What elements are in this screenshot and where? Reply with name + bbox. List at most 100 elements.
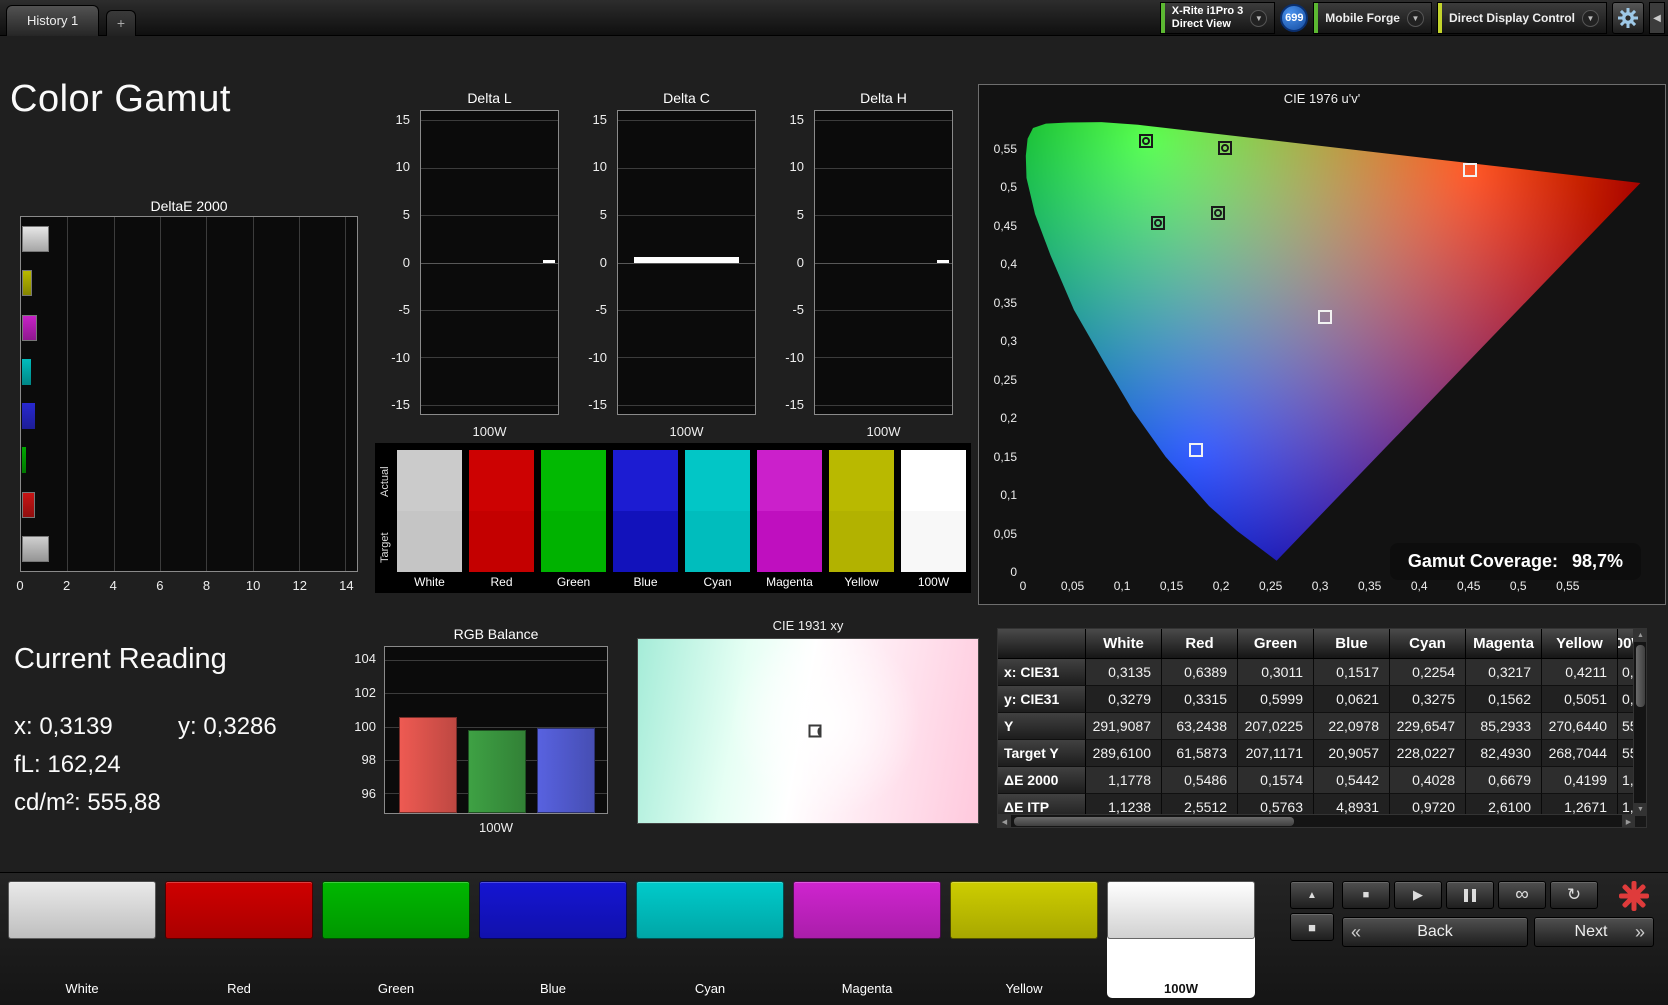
axis-tick-label: 100 (354, 718, 376, 734)
axis-tick-label: 15 (592, 111, 607, 127)
deltae-bar-yellow (22, 270, 32, 297)
transport-stop-button[interactable]: ■ (1342, 881, 1390, 909)
table-cell: 0,4028 (1390, 767, 1466, 794)
marker-ring (1221, 143, 1230, 152)
pattern-label: Magenta (841, 981, 893, 996)
delta-l-chart: Delta L 15 10 5 0 -5 -10 -15 100W (380, 90, 570, 450)
delta-h-chart: Delta H 15 10 5 0 -5 -10 -15 100W (774, 90, 964, 450)
transport-refresh-button[interactable]: ↻ (1550, 881, 1598, 909)
axis-tick-label: 10 (789, 159, 804, 175)
scroll-down-button[interactable]: ▼ (1634, 803, 1646, 816)
gridline (385, 693, 607, 695)
gridline (815, 167, 952, 169)
marker-ring (817, 727, 822, 735)
table-cell: 268,7044 (1542, 740, 1618, 767)
gridline (815, 357, 952, 359)
chevron-down-icon: ▼ (1250, 9, 1268, 27)
axis-tick-label: -5 (595, 302, 607, 318)
gridline (421, 215, 558, 217)
pattern-button-yellow[interactable]: Yellow (950, 881, 1098, 998)
table-cell: 82,4930 (1466, 740, 1542, 767)
back-button[interactable]: « Back (1342, 917, 1528, 947)
swatch-label: Red (490, 575, 513, 589)
gamut-marker-blue (1189, 442, 1204, 457)
pattern-swatch (950, 881, 1098, 939)
axis-tick-label: 0 (796, 254, 804, 270)
compare-swatch-100w: 100W (901, 450, 966, 589)
table-cell: 63,2438 (1162, 713, 1238, 740)
pattern-button-100w[interactable]: 100W (1107, 881, 1255, 998)
rgb-bar-red (399, 716, 457, 813)
target-label: Target (379, 532, 391, 564)
vertical-scrollbar[interactable]: ▲ ▼ (1633, 629, 1646, 816)
scroll-right-button[interactable]: ▶ (1622, 815, 1635, 827)
scrollbar-thumb[interactable] (1636, 645, 1645, 707)
transport-pause-button[interactable] (1446, 881, 1494, 909)
meter-accent-bar (1160, 3, 1165, 33)
horizontal-scrollbar[interactable]: ◀ ▶ (998, 814, 1635, 827)
target-swatch (685, 511, 750, 572)
target-swatch (613, 511, 678, 572)
gridline (815, 215, 952, 217)
axis-tick-label: 102 (354, 685, 376, 701)
pattern-button-red[interactable]: Red (165, 881, 313, 998)
scroll-left-button[interactable]: ◀ (998, 815, 1011, 827)
axis-tick-label: -5 (792, 302, 804, 318)
table-cell: 0,0621 (1314, 686, 1390, 713)
x-axis-label: 100W (479, 820, 513, 835)
table-cell: 20,9057 (1314, 740, 1390, 767)
gridline (299, 217, 301, 571)
back-label: Back (1417, 923, 1453, 940)
pattern-button-green[interactable]: Green (322, 881, 470, 998)
transport-loop-button[interactable]: ∞ (1498, 881, 1546, 909)
table-row-label: ΔE 2000 (998, 767, 1086, 794)
table-cell: 0,6679 (1466, 767, 1542, 794)
collapse-panel-button[interactable]: ◀ (1649, 2, 1665, 34)
add-tab-button[interactable]: + (106, 10, 136, 36)
display-control-label: Direct Display Control (1448, 11, 1575, 25)
actual-swatch (829, 450, 894, 511)
transport-controls: ■ ▶ ∞ ↻ (1342, 881, 1598, 909)
deltae-bar-blue (22, 403, 35, 429)
compare-swatch-magenta: Magenta (757, 450, 822, 589)
display-control-dropdown[interactable]: Direct Display Control ▼ (1436, 2, 1607, 34)
plot-area (384, 646, 608, 814)
pattern-button-magenta[interactable]: Magenta (793, 881, 941, 998)
gridline (618, 309, 755, 311)
coverage-label: Gamut Coverage: (1407, 551, 1558, 571)
eject-button[interactable]: ▲ (1290, 881, 1334, 909)
table-header-cyan: Cyan (1390, 629, 1466, 659)
transport-play-button[interactable]: ▶ (1394, 881, 1442, 909)
gear-icon (1618, 8, 1638, 28)
source-dropdown[interactable]: Mobile Forge ▼ (1313, 2, 1432, 34)
settings-button[interactable] (1612, 2, 1644, 34)
pattern-button-blue[interactable]: Blue (479, 881, 627, 998)
device-toolbar: X-R​ite i1Pro 3 Direct View ▼ 699 Mobile… (1159, 2, 1665, 34)
gamut-marker-green (1138, 134, 1153, 149)
scroll-up-button[interactable]: ▲ (1634, 629, 1646, 642)
scrollbar-thumb[interactable] (1014, 817, 1294, 826)
gamut-coverage-readout: Gamut Coverage: 98,7% (1389, 543, 1641, 580)
axis-tick-label: 104 (354, 651, 376, 667)
navigation-buttons: « Back Next » (1342, 917, 1654, 947)
table-cell: 61,5873 (1162, 740, 1238, 767)
gridline (421, 357, 558, 359)
single-measure-button[interactable]: ■ (1290, 913, 1334, 941)
axis-tick-label: 12 (292, 578, 307, 593)
meter-dropdown[interactable]: X-R​ite i1Pro 3 Direct View ▼ (1159, 2, 1276, 34)
pattern-button-white[interactable]: White (8, 881, 156, 998)
pattern-button-cyan[interactable]: Cyan (636, 881, 784, 998)
axis-tick-label: -15 (785, 397, 804, 413)
axis-tick-label: -15 (588, 397, 607, 413)
gridline (815, 262, 952, 264)
cie-1976-panel: CIE 1976 u'v' 0,55 0,5 0,45 0,4 0,35 0,3 0,25 0… (978, 84, 1666, 605)
pattern-swatch (479, 881, 627, 939)
tab-history-1[interactable]: History 1 (6, 5, 100, 36)
table-cell: 0,5051 (1542, 686, 1618, 713)
deltae-bar-red (22, 491, 35, 518)
axis-tick-label: -10 (588, 349, 607, 365)
autocal-star-button[interactable] (1614, 879, 1654, 913)
display-control-accent-bar (1437, 3, 1442, 33)
next-button[interactable]: Next » (1534, 917, 1654, 947)
table-header-corner (998, 629, 1086, 659)
